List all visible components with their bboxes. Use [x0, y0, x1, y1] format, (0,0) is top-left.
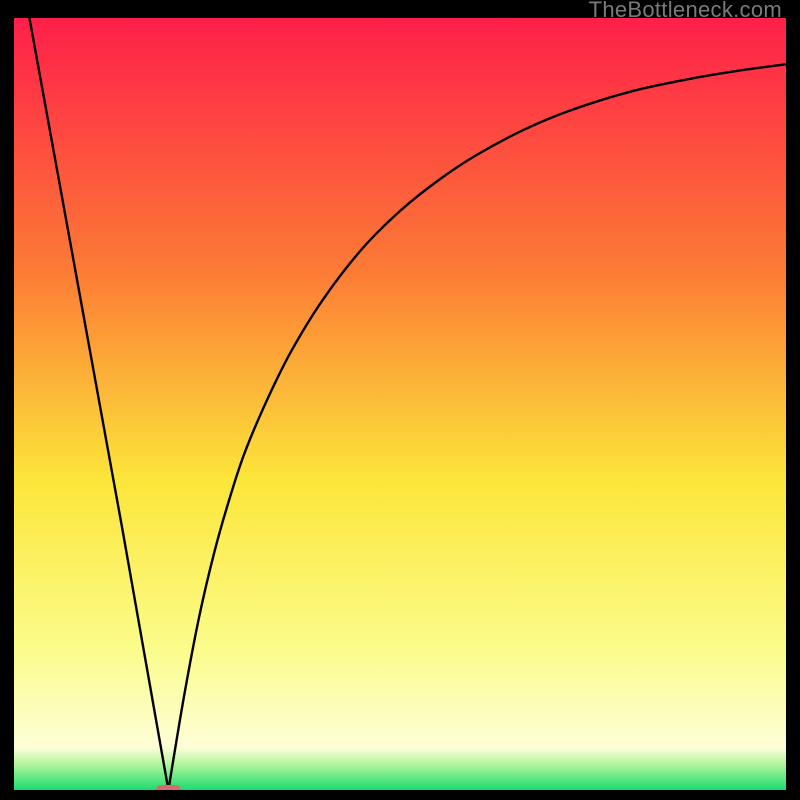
chart-svg — [14, 18, 786, 790]
chart-frame — [14, 18, 786, 790]
chart-background — [14, 18, 786, 790]
minimum-marker — [156, 785, 181, 790]
watermark-text: TheBottleneck.com — [589, 0, 782, 23]
